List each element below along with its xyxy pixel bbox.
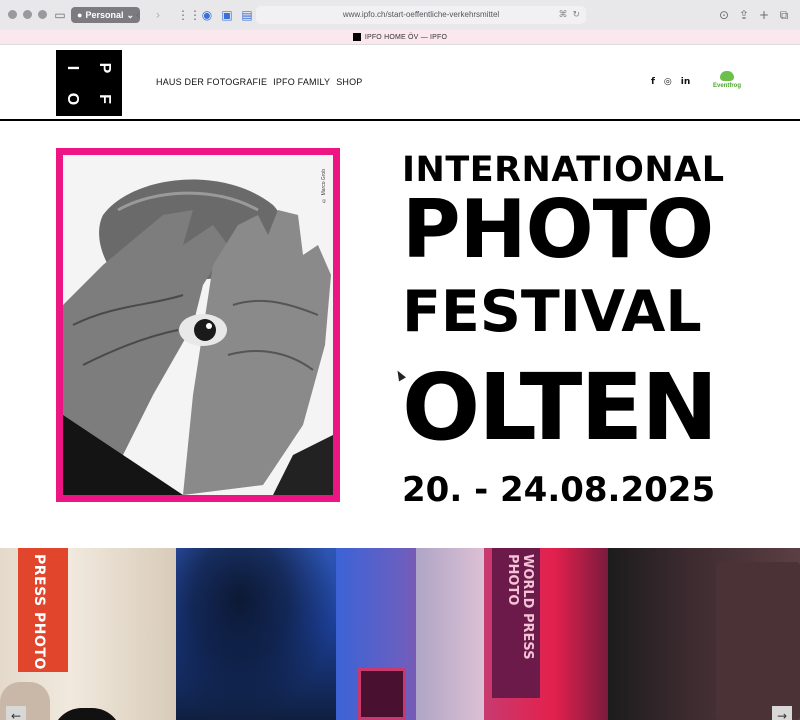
title-olten: OLTEN — [402, 354, 718, 461]
extension-icon[interactable]: ▣ — [219, 7, 235, 23]
back-arrow-icon[interactable]: ‹ — [130, 7, 146, 23]
logo-letter: P — [96, 62, 113, 74]
share-icon[interactable]: ⇪ — [736, 7, 752, 23]
eventfrog-logo[interactable]: Eventfrog — [708, 71, 746, 93]
sidebar-toggle-icon[interactable]: ▭ — [52, 7, 68, 23]
facebook-icon[interactable]: f — [651, 77, 655, 87]
press-photo-banner: PRESS PHOTO — [18, 548, 68, 672]
window-controls — [8, 10, 47, 19]
zoom-window-button[interactable] — [38, 10, 47, 19]
doorway-frame — [716, 562, 800, 720]
translate-icon[interactable]: ⌘ — [558, 6, 567, 24]
hero-section: © Marco Grob INTERNATIONAL PHOTO FESTIVA… — [0, 122, 800, 548]
site-header: I P O F HAUS DER FOTOGRAFIE IPFO FAMILY … — [0, 45, 800, 121]
title-festival: FESTIVAL — [402, 279, 702, 345]
gallery-next-arrow-icon[interactable]: → — [772, 706, 792, 720]
folder-extension-icon[interactable]: ▤ — [239, 7, 255, 23]
logo-letter: F — [96, 94, 113, 104]
building-door — [358, 668, 406, 720]
main-nav: HAUS DER FOTOGRAFIE IPFO FAMILY SHOP — [156, 77, 363, 87]
nav-item-shop[interactable]: SHOP — [336, 77, 362, 87]
forward-arrow-icon[interactable]: › — [150, 7, 166, 23]
frog-icon — [720, 71, 734, 81]
hands-illustration — [63, 155, 333, 495]
url-text: www.ipfo.ch/start-oeffentliche-verkehrsm… — [342, 10, 500, 19]
tab-title: IPFO HOME ÖV — IPFO — [364, 33, 448, 41]
tabs-icon[interactable]: ⧉ — [776, 7, 792, 23]
person-icon: ● — [77, 10, 83, 20]
nav-item-haus-der-fotografie[interactable]: HAUS DER FOTOGRAFIE — [156, 77, 267, 87]
gallery-photo-1[interactable]: PRESS PHOTO — [0, 548, 176, 720]
title-photo: PHOTO — [402, 183, 714, 276]
logo-letter: O — [64, 92, 81, 106]
reload-icon[interactable]: ↻ — [572, 6, 580, 24]
photo-credit: © Marco Grob — [321, 169, 327, 203]
close-window-button[interactable] — [8, 10, 17, 19]
banner-text: PRESS PHOTO — [31, 554, 47, 670]
password-extension-icon[interactable]: ◉ — [199, 7, 215, 23]
gallery-photo-3[interactable]: WORLD PRESS PHOTO — [336, 548, 608, 720]
download-icon[interactable]: ⊙ — [716, 7, 732, 23]
tab-overview-icon[interactable]: ⋮⋮ — [177, 7, 201, 23]
eventfrog-label: Eventfrog — [712, 83, 741, 89]
building-pillar — [416, 548, 484, 720]
profile-label: Personal — [85, 10, 124, 20]
festival-poster: © Marco Grob — [56, 148, 340, 502]
world-press-photo-banner: WORLD PRESS PHOTO — [492, 548, 540, 698]
tree-silhouette — [176, 548, 336, 720]
photo-gallery[interactable]: PRESS PHOTO WORLD PRESS PHOTO ← → — [0, 548, 800, 720]
gallery-photo-4[interactable] — [608, 548, 800, 720]
nav-item-ipfo-family[interactable]: IPFO FAMILY — [273, 77, 330, 87]
social-links: f ◎ in — [651, 77, 690, 87]
gallery-prev-arrow-icon[interactable]: ← — [6, 706, 26, 720]
linkedin-icon[interactable]: in — [681, 77, 691, 87]
banner-text: WORLD PRESS PHOTO — [505, 554, 535, 660]
hands-photo: © Marco Grob — [63, 155, 333, 495]
new-tab-icon[interactable]: + — [756, 7, 772, 23]
gallery-photo-2[interactable] — [176, 548, 336, 720]
browser-toolbar: ▭ ● Personal ⌄ ‹ › ⋮⋮ ◉ ▣ ▤ ≡ www.ipfo.c… — [0, 0, 800, 30]
ipfo-logo[interactable]: I P O F — [56, 50, 122, 116]
tab-bar[interactable]: IPFO HOME ÖV — IPFO — [0, 30, 800, 45]
instagram-icon[interactable]: ◎ — [664, 77, 672, 87]
minimize-window-button[interactable] — [23, 10, 32, 19]
festival-dates: 20. - 24.08.2025 — [402, 470, 716, 510]
site-favicon-icon — [352, 33, 361, 41]
address-bar[interactable]: www.ipfo.ch/start-oeffentliche-verkehrsm… — [256, 6, 586, 24]
logo-letter: I — [64, 65, 81, 71]
